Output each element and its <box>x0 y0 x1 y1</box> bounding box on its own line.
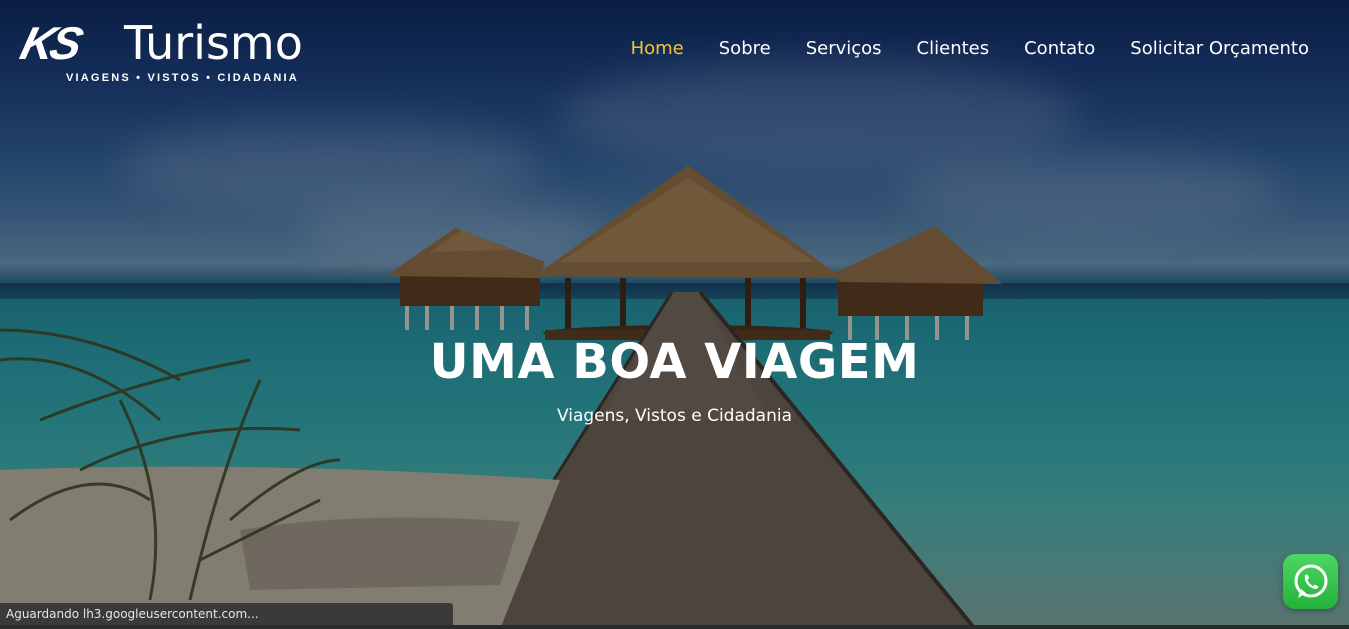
nav-servicos[interactable]: Serviços <box>806 38 882 59</box>
hero-headline: UMA BOA VIAGEM <box>429 334 920 390</box>
nav-clientes[interactable]: Clientes <box>917 38 990 59</box>
nav-sobre[interactable]: Sobre <box>719 38 771 59</box>
site-logo[interactable]: KS Turismo VIAGENS • VISTOS • CIDADANIA <box>16 16 332 86</box>
logo-tagline: VIAGENS • VISTOS • CIDADANIA <box>66 72 299 84</box>
bottom-edge <box>0 625 1349 629</box>
hero-overlay <box>0 0 1349 629</box>
nav-contato[interactable]: Contato <box>1024 38 1095 59</box>
logo-name: Turismo <box>124 16 303 70</box>
hero-subline: Viagens, Vistos e Cidadania <box>556 406 793 426</box>
nav-home[interactable]: Home <box>631 38 684 59</box>
logo-mark: KS <box>15 17 85 69</box>
main-nav: Home Sobre Serviços Clientes Contato Sol… <box>631 38 1309 59</box>
nav-solicitar-orcamento[interactable]: Solicitar Orçamento <box>1130 38 1309 59</box>
whatsapp-icon <box>1294 564 1327 598</box>
hero-banner: KS Turismo VIAGENS • VISTOS • CIDADANIA … <box>0 0 1349 629</box>
browser-status-bar: Aguardando lh3.googleusercontent.com... <box>0 603 453 625</box>
whatsapp-button[interactable] <box>1283 554 1338 609</box>
